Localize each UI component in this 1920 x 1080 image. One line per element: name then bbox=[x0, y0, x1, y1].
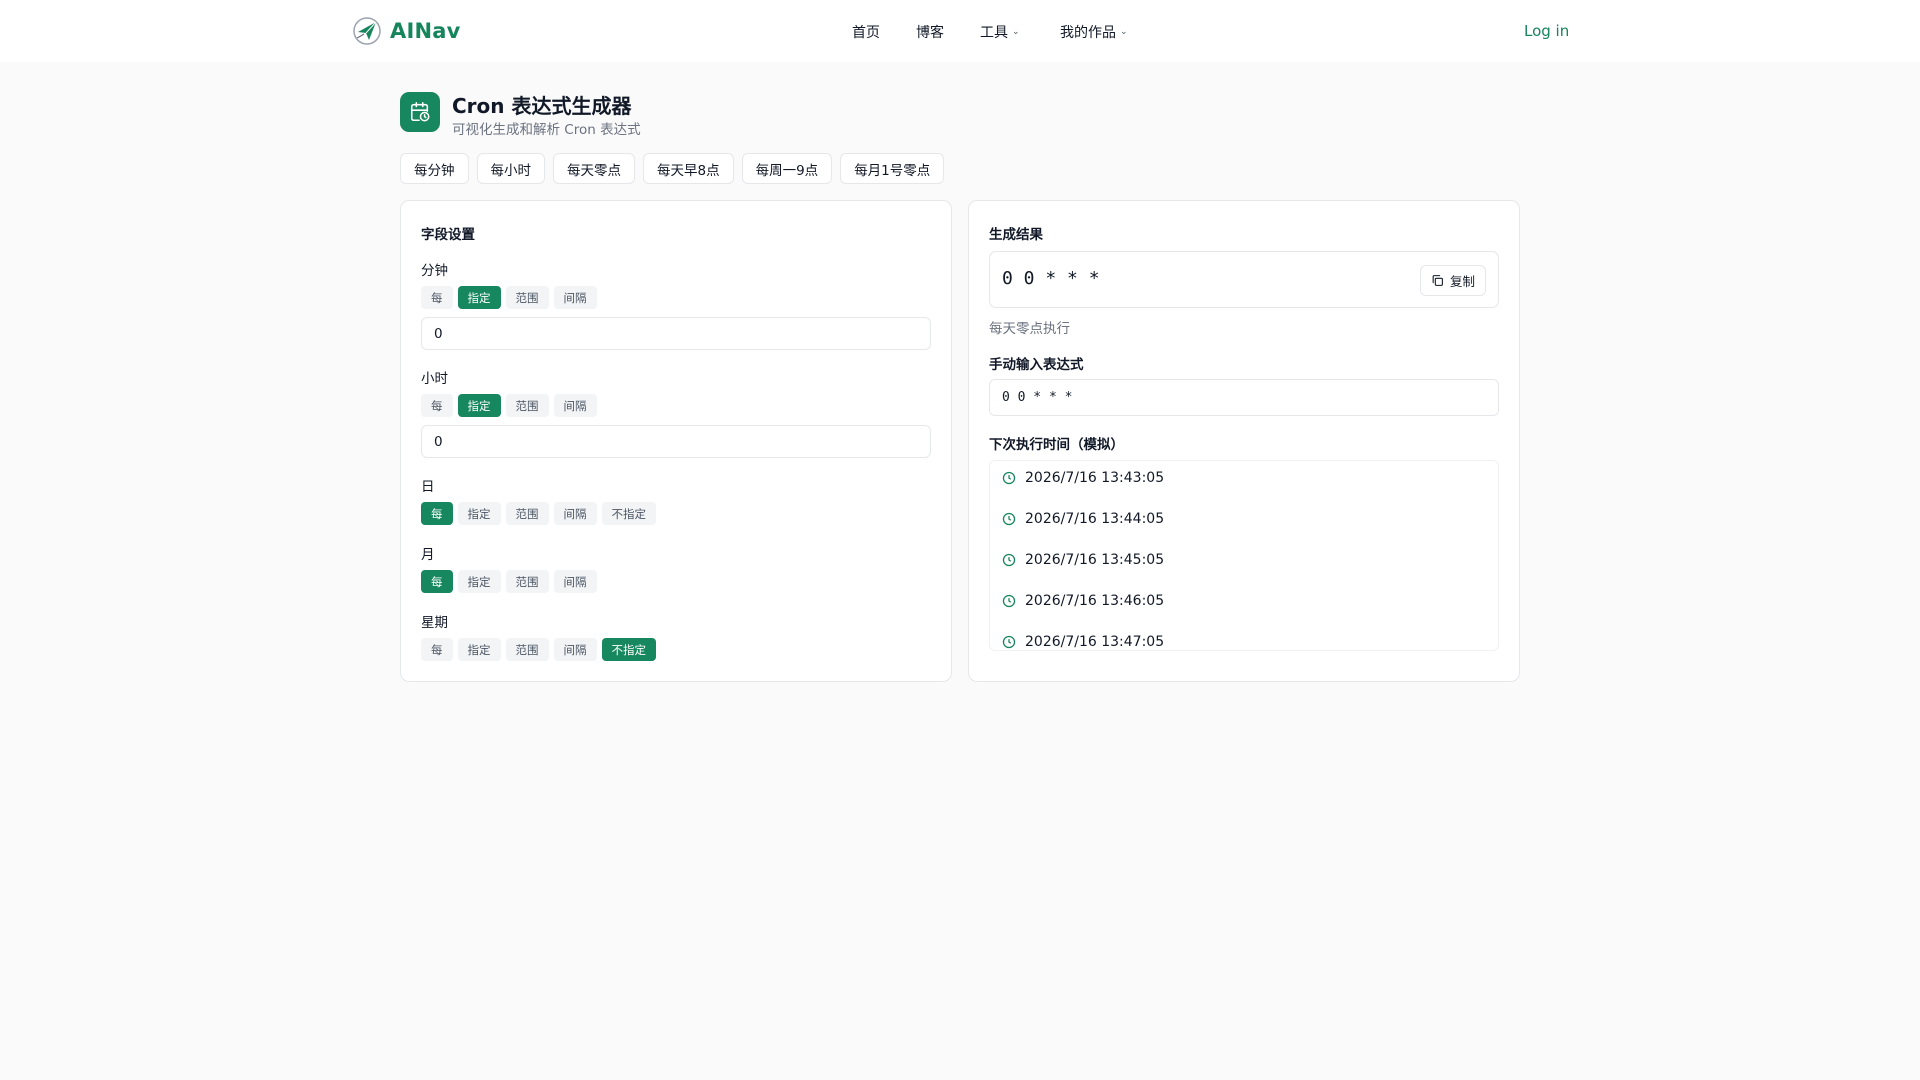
preset-every-hour-button[interactable]: 每小时 bbox=[476, 153, 545, 184]
copy-icon bbox=[1432, 275, 1443, 286]
nav-blog[interactable]: 博客 bbox=[916, 22, 944, 42]
preset-daily-8am-button[interactable]: 每天早8点 bbox=[643, 153, 734, 184]
day-mode-unspecified[interactable]: 不指定 bbox=[601, 502, 656, 525]
day-mode-range[interactable]: 范围 bbox=[505, 502, 549, 525]
month-mode-interval[interactable]: 间隔 bbox=[553, 570, 597, 593]
month-mode-selector: 每 指定 范围 间隔 bbox=[421, 570, 597, 593]
minute-mode-every[interactable]: 每 bbox=[421, 286, 453, 309]
minute-label: 分钟 bbox=[421, 263, 448, 279]
month-mode-range[interactable]: 范围 bbox=[505, 570, 549, 593]
hour-mode-every[interactable]: 每 bbox=[421, 394, 453, 417]
expression-description: 每天零点执行 bbox=[989, 321, 1070, 337]
minute-mode-specific[interactable]: 指定 bbox=[457, 286, 501, 309]
weekday-mode-interval[interactable]: 间隔 bbox=[553, 638, 597, 661]
day-mode-every[interactable]: 每 bbox=[421, 502, 453, 525]
nav-home[interactable]: 首页 bbox=[852, 22, 880, 42]
day-mode-selector: 每 指定 范围 间隔 不指定 bbox=[421, 502, 656, 525]
preset-daily-midnight-button[interactable]: 每天零点 bbox=[553, 153, 635, 184]
nav-tools-dropdown[interactable]: 工具 ⌄ bbox=[980, 22, 1020, 42]
calendar-clock-icon bbox=[400, 92, 440, 132]
list-item: 2026/7/16 13:44:05 bbox=[1002, 511, 1164, 527]
hour-mode-specific[interactable]: 指定 bbox=[457, 394, 501, 417]
preset-monthly-first-button[interactable]: 每月1号零点 bbox=[840, 153, 945, 184]
field-settings-title: 字段设置 bbox=[421, 227, 475, 243]
minute-mode-range[interactable]: 范围 bbox=[505, 286, 549, 309]
clock-icon bbox=[1002, 553, 1016, 567]
manual-expression-input[interactable]: 0 0 * * * bbox=[989, 379, 1499, 416]
preset-monday-9am-button[interactable]: 每周一9点 bbox=[741, 153, 833, 184]
hour-mode-range[interactable]: 范围 bbox=[505, 394, 549, 417]
weekday-mode-every[interactable]: 每 bbox=[421, 638, 453, 661]
hour-value-input[interactable]: 0 bbox=[421, 425, 931, 458]
chevron-down-icon: ⌄ bbox=[1012, 27, 1020, 37]
month-mode-every[interactable]: 每 bbox=[421, 570, 453, 593]
clock-icon bbox=[1002, 635, 1016, 649]
weekday-label: 星期 bbox=[421, 615, 448, 631]
manual-input-title: 手动输入表达式 bbox=[989, 357, 1084, 373]
next-run-time: 2026/7/16 13:45:05 bbox=[1025, 552, 1165, 568]
main-nav: 首页 博客 工具 ⌄ 我的作品 ⌄ bbox=[0, 22, 1920, 42]
weekday-mode-specific[interactable]: 指定 bbox=[457, 638, 501, 661]
preset-every-minute-button[interactable]: 每分钟 bbox=[400, 153, 469, 184]
minute-mode-selector: 每 指定 范围 间隔 bbox=[421, 286, 597, 309]
clock-icon bbox=[1002, 471, 1016, 485]
list-item: 2026/7/16 13:43:05 bbox=[1002, 470, 1164, 486]
next-runs-title: 下次执行时间（模拟） bbox=[989, 437, 1124, 453]
weekday-mode-range[interactable]: 范围 bbox=[505, 638, 549, 661]
login-link[interactable]: Log in bbox=[1524, 22, 1569, 40]
nav-works-dropdown[interactable]: 我的作品 ⌄ bbox=[1060, 22, 1128, 42]
weekday-mode-unspecified[interactable]: 不指定 bbox=[601, 638, 656, 661]
day-mode-interval[interactable]: 间隔 bbox=[553, 502, 597, 525]
hour-mode-selector: 每 指定 范围 间隔 bbox=[421, 394, 597, 417]
list-item: 2026/7/16 13:47:05 bbox=[1002, 634, 1164, 650]
next-runs-list[interactable]: 2026/7/16 13:43:05 2026/7/16 13:44:05 20… bbox=[989, 460, 1499, 651]
next-run-time: 2026/7/16 13:43:05 bbox=[1025, 470, 1165, 486]
copy-button[interactable]: 复制 bbox=[1419, 265, 1486, 296]
top-navbar: AINav 首页 博客 工具 ⌄ 我的作品 ⌄ Log in bbox=[0, 0, 1920, 62]
result-panel: 生成结果 0 0 * * * 复制 每天零点执行 手动输入表达式 0 0 * *… bbox=[968, 200, 1520, 682]
result-expression-box: 0 0 * * * 复制 bbox=[989, 251, 1499, 308]
next-run-time: 2026/7/16 13:44:05 bbox=[1025, 511, 1165, 527]
next-run-time: 2026/7/16 13:47:05 bbox=[1025, 634, 1165, 650]
page-subtitle: 可视化生成和解析 Cron 表达式 bbox=[452, 122, 641, 138]
page-title: Cron 表达式生成器 bbox=[452, 94, 632, 118]
hour-mode-interval[interactable]: 间隔 bbox=[553, 394, 597, 417]
weekday-mode-selector: 每 指定 范围 间隔 不指定 bbox=[421, 638, 656, 661]
next-run-time: 2026/7/16 13:46:05 bbox=[1025, 593, 1165, 609]
clock-icon bbox=[1002, 594, 1016, 608]
result-title: 生成结果 bbox=[989, 227, 1043, 243]
preset-bar: 每分钟 每小时 每天零点 每天早8点 每周一9点 每月1号零点 bbox=[400, 153, 945, 184]
clock-icon bbox=[1002, 512, 1016, 526]
cron-expression: 0 0 * * * bbox=[1002, 268, 1100, 289]
hour-label: 小时 bbox=[421, 371, 448, 387]
minute-mode-interval[interactable]: 间隔 bbox=[553, 286, 597, 309]
nav-works-label: 我的作品 bbox=[1060, 25, 1116, 41]
chevron-down-icon: ⌄ bbox=[1120, 27, 1128, 37]
month-mode-specific[interactable]: 指定 bbox=[457, 570, 501, 593]
month-label: 月 bbox=[421, 547, 435, 563]
nav-tools-label: 工具 bbox=[980, 25, 1008, 41]
day-label: 日 bbox=[421, 479, 435, 495]
list-item: 2026/7/16 13:46:05 bbox=[1002, 593, 1164, 609]
field-settings-panel: 字段设置 分钟 每 指定 范围 间隔 0 小时 每 指定 范围 间隔 0 日 每… bbox=[400, 200, 952, 682]
list-item: 2026/7/16 13:45:05 bbox=[1002, 552, 1164, 568]
minute-value-input[interactable]: 0 bbox=[421, 317, 931, 350]
copy-button-label: 复制 bbox=[1449, 274, 1475, 289]
day-mode-specific[interactable]: 指定 bbox=[457, 502, 501, 525]
